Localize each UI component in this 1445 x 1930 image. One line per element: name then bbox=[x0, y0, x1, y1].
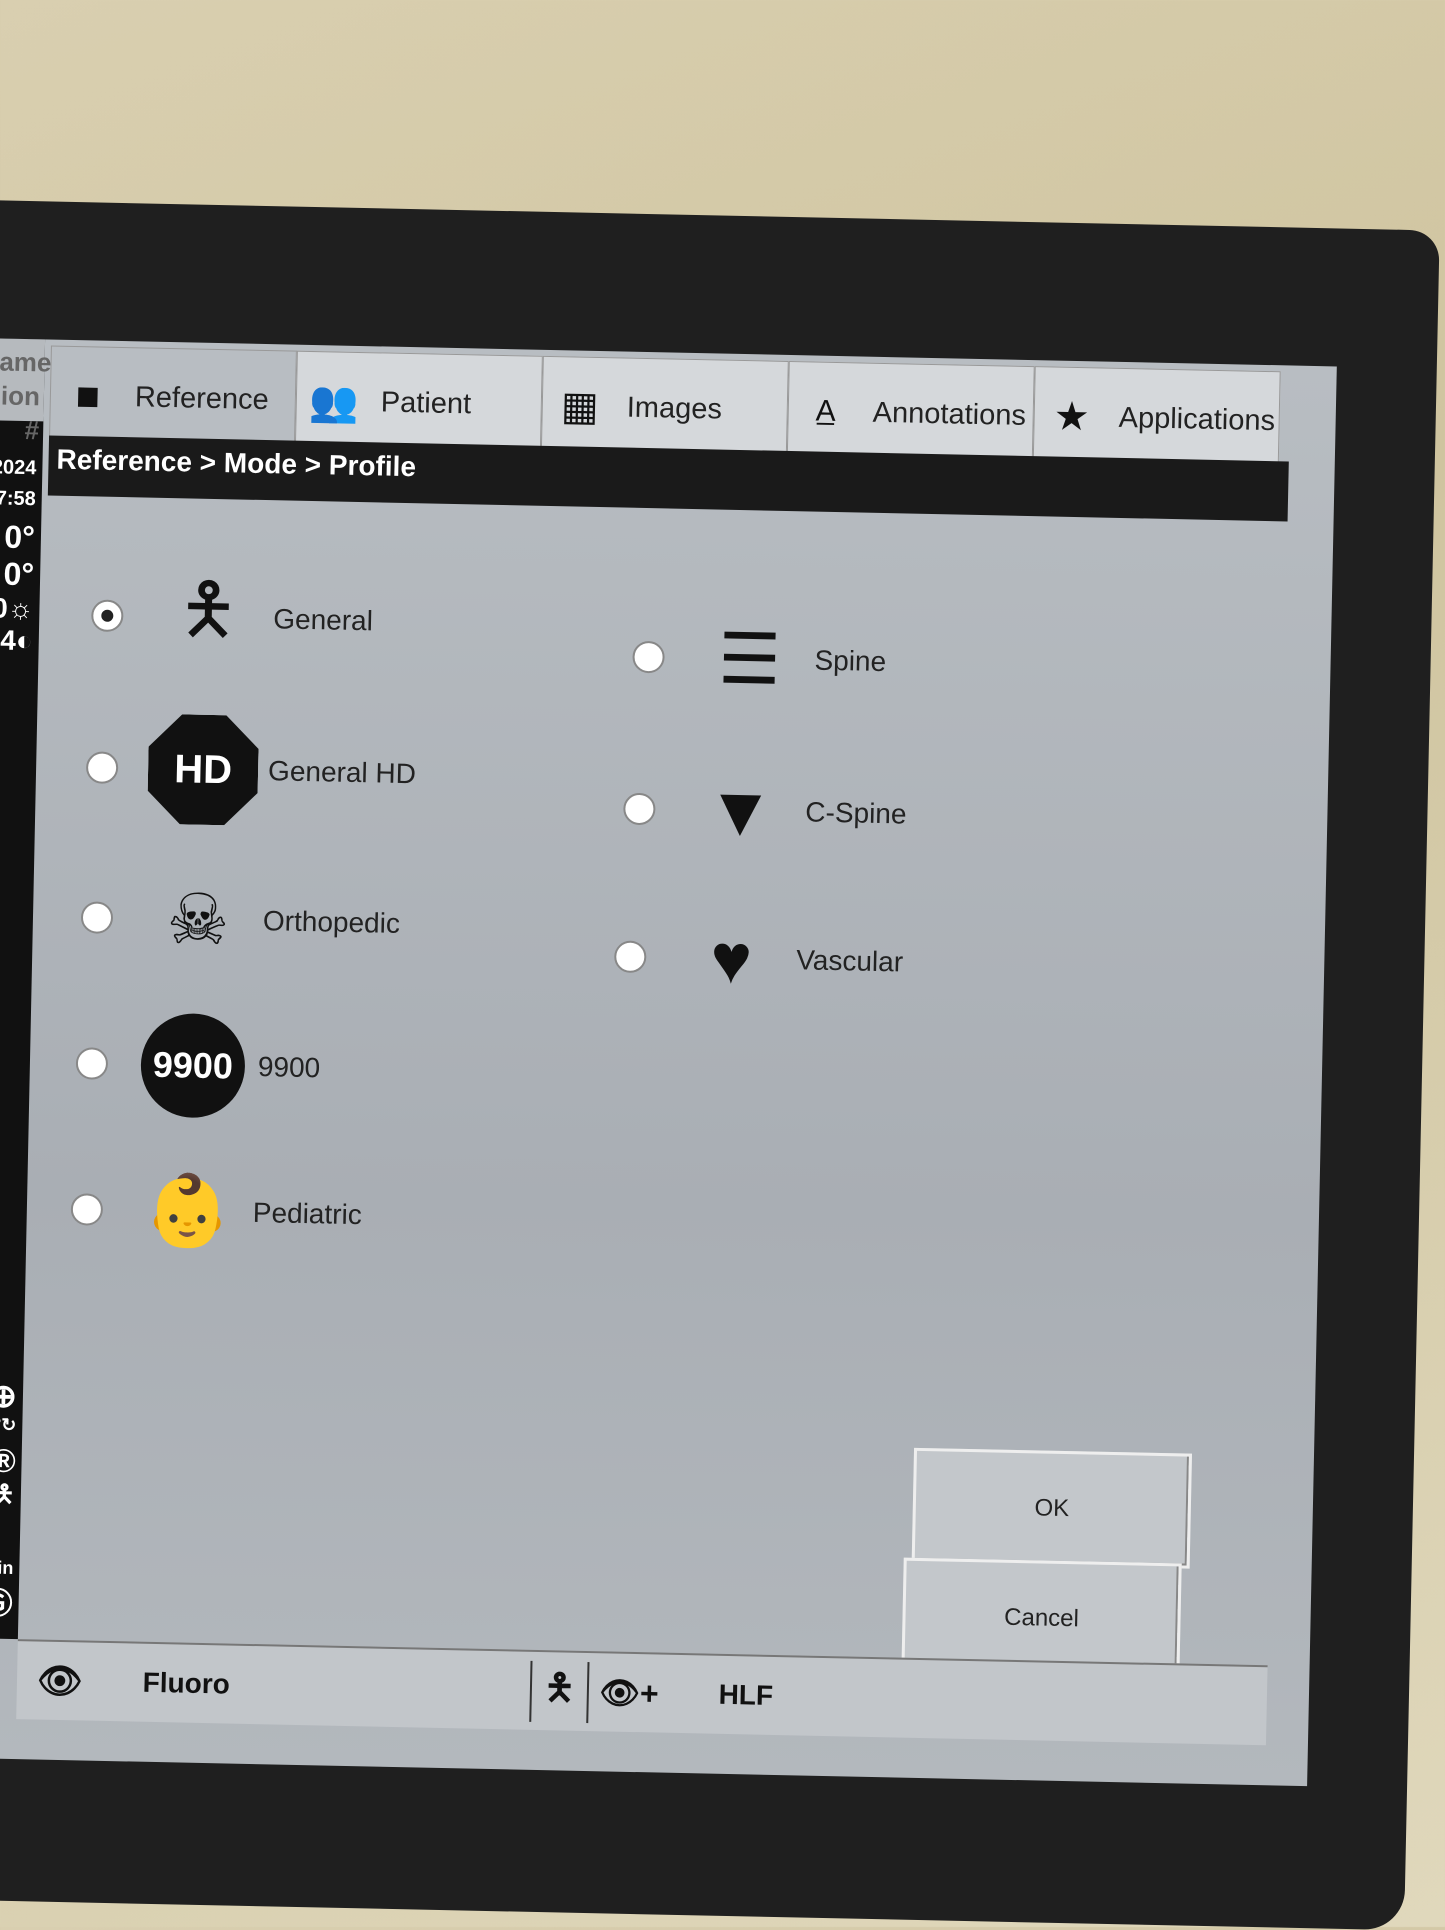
vascular-icon: ♥ bbox=[709, 919, 753, 999]
hd-badge: HD bbox=[147, 714, 259, 826]
contrast-value: 34 bbox=[0, 624, 17, 656]
profile-label: General HD bbox=[267, 755, 417, 790]
tab-label: Applications bbox=[1118, 401, 1276, 437]
profile-label: 9900 bbox=[257, 1051, 321, 1084]
time: :57:58 bbox=[0, 487, 36, 511]
tab-annotations[interactable]: A̲ Annotations bbox=[786, 360, 1035, 467]
profile-orthopedic[interactable]: ☠ Orthopedic bbox=[80, 862, 401, 979]
tab-label: Annotations bbox=[872, 396, 1027, 432]
profile-label: Orthopedic bbox=[262, 905, 401, 939]
skeleton-icon: ☠ bbox=[165, 880, 231, 960]
patient-orientation-icon: 🯅 bbox=[0, 1480, 16, 1509]
tab-reference[interactable]: ■ Reference bbox=[48, 345, 297, 451]
status-sidebar: Namesion # 6/2024 :57:58 0° 0° 50☼ 34◐ x… bbox=[0, 337, 52, 1640]
radio[interactable] bbox=[613, 940, 647, 974]
mode-label: Fluoro bbox=[142, 1666, 231, 1700]
profile-label: C-Spine bbox=[805, 796, 907, 830]
duration: 2 min bbox=[0, 1557, 14, 1578]
date: 6/2024 bbox=[0, 455, 37, 480]
radio[interactable] bbox=[632, 640, 665, 674]
annotation-icon: A̲ bbox=[815, 394, 837, 428]
ok-button[interactable]: OK bbox=[911, 1447, 1193, 1569]
profile-general[interactable]: 🯅 General bbox=[90, 560, 374, 676]
tab-patient[interactable]: 👥 Patient bbox=[294, 350, 543, 456]
9900-badge: 9900 bbox=[139, 1012, 246, 1119]
r-icon: Ⓡ bbox=[0, 1448, 16, 1477]
grid-icon: ▦ bbox=[560, 384, 600, 429]
tab-label: Reference bbox=[134, 381, 270, 417]
profile-spine[interactable]: ☰ Spine bbox=[631, 602, 887, 717]
tab-images[interactable]: ▦ Images bbox=[540, 355, 789, 461]
screen: Namesion # 6/2024 :57:58 0° 0° 50☼ 34◐ x… bbox=[0, 337, 1337, 1787]
session-label: sion # bbox=[0, 380, 41, 446]
tab-applications[interactable]: ★ Applications bbox=[1032, 366, 1281, 472]
monitor-bezel: Namesion # 6/2024 :57:58 0° 0° 50☼ 34◐ x… bbox=[0, 200, 1440, 1930]
profile-vascular[interactable]: ♥ Vascular bbox=[613, 901, 904, 1017]
rotate-icon[interactable]: ↻ bbox=[1, 1415, 17, 1435]
people-icon: 👥 bbox=[308, 379, 360, 425]
angle-1: 0° bbox=[3, 518, 36, 556]
profile-label: Vascular bbox=[795, 944, 904, 978]
patient-name-label: Name bbox=[0, 346, 52, 378]
person-icon: 🯅 bbox=[176, 568, 241, 649]
contrast-icon: ◐ bbox=[15, 624, 34, 657]
angle-2: 0° bbox=[3, 555, 35, 593]
eye-icon[interactable]: 👁 bbox=[37, 1660, 84, 1703]
profile-pediatric[interactable]: 👶 Pediatric bbox=[70, 1154, 363, 1270]
profile-label: General bbox=[272, 603, 374, 637]
profile-label: Spine bbox=[814, 644, 887, 678]
radio[interactable] bbox=[85, 751, 119, 785]
spine-icon: ☰ bbox=[717, 619, 782, 699]
profile-general-hd[interactable]: HD General HD bbox=[85, 712, 417, 829]
person-icon[interactable]: 🯅 bbox=[529, 1660, 591, 1723]
radio[interactable] bbox=[80, 901, 114, 934]
cspine-icon: ▼ bbox=[704, 771, 776, 851]
brightness-icon: ☼ bbox=[7, 592, 34, 625]
zoom-in-icon[interactable]: ⊕ bbox=[0, 1377, 17, 1414]
hlf-label: HLF bbox=[718, 1678, 774, 1711]
profile-c-spine[interactable]: ▼ C-Spine bbox=[622, 754, 907, 870]
radio[interactable] bbox=[70, 1193, 104, 1226]
eye-plus-icon[interactable]: 👁+ bbox=[599, 1673, 659, 1712]
ge-logo-icon: Ⓖ bbox=[0, 1587, 13, 1621]
radio[interactable] bbox=[75, 1047, 109, 1080]
baby-icon: 👶 bbox=[143, 1170, 233, 1251]
star-icon: ★ bbox=[1053, 394, 1091, 440]
square-icon: ■ bbox=[75, 374, 101, 419]
profile-label: Pediatric bbox=[252, 1196, 363, 1231]
tab-label: Patient bbox=[380, 385, 472, 420]
radio[interactable] bbox=[623, 792, 656, 826]
profile-9900[interactable]: 9900 9900 bbox=[75, 1008, 322, 1123]
tab-label: Images bbox=[626, 391, 723, 426]
radio[interactable] bbox=[90, 599, 124, 633]
